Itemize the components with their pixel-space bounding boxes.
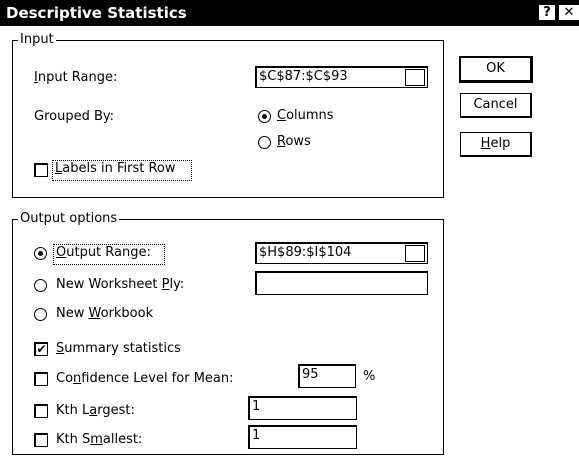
kth-largest-field[interactable]: 1: [248, 396, 357, 420]
columns-label[interactable]: Columns: [277, 108, 334, 124]
output-range-collapse-icon[interactable]: [405, 245, 425, 262]
kth-smallest-checkbox[interactable]: [34, 433, 48, 447]
new-worksheet-radio[interactable]: [34, 279, 47, 292]
grouped-by-label: Grouped By:: [34, 109, 115, 124]
confidence-percent-label: %: [363, 369, 376, 384]
rows-label[interactable]: Rows: [277, 134, 311, 150]
confidence-level-value: 95: [302, 367, 319, 382]
input-range-value: $C$87:$C$93: [259, 69, 348, 84]
kth-smallest-field[interactable]: 1: [248, 425, 357, 449]
new-worksheet-name-field[interactable]: [255, 271, 428, 295]
summary-statistics-checkbox[interactable]: ✔: [34, 342, 48, 356]
input-range-collapse-icon[interactable]: [405, 69, 425, 86]
output-range-field[interactable]: $H$89:$I$104: [255, 242, 428, 264]
new-workbook-label[interactable]: New Workbook: [56, 306, 153, 322]
output-range-label[interactable]: Output Range:: [56, 245, 151, 261]
kth-smallest-value: 1: [252, 428, 261, 443]
confidence-level-checkbox[interactable]: [34, 372, 48, 386]
new-workbook-radio[interactable]: [34, 308, 47, 321]
input-group-legend: Input: [18, 32, 56, 47]
kth-largest-label[interactable]: Kth Largest:: [56, 403, 135, 419]
dialog-title: Descriptive Statistics: [6, 4, 187, 22]
rows-radio[interactable]: [258, 136, 271, 149]
summary-statistics-label[interactable]: Summary statistics: [56, 341, 181, 357]
title-bar: Descriptive Statistics ? ✕: [0, 0, 579, 26]
kth-smallest-label[interactable]: Kth Smallest:: [56, 432, 142, 448]
input-range-label: Input Range:: [34, 70, 118, 85]
kth-largest-checkbox[interactable]: [34, 404, 48, 418]
confidence-level-field[interactable]: 95: [298, 364, 356, 388]
output-group-legend: Output options: [18, 211, 120, 226]
close-icon[interactable]: ✕: [558, 4, 579, 21]
labels-first-row-checkbox[interactable]: [34, 163, 48, 177]
output-range-radio[interactable]: [34, 247, 47, 260]
help-question-icon[interactable]: ?: [538, 4, 556, 21]
descriptive-statistics-dialog: Descriptive Statistics ? ✕ Input Input R…: [0, 0, 579, 459]
ok-button[interactable]: OK: [459, 56, 533, 83]
labels-first-row-label[interactable]: Labels in First Row: [55, 161, 176, 177]
kth-largest-value: 1: [252, 399, 261, 414]
columns-radio[interactable]: [258, 110, 271, 123]
cancel-button[interactable]: Cancel: [460, 93, 532, 118]
input-range-field[interactable]: $C$87:$C$93: [255, 66, 428, 88]
confidence-level-label[interactable]: Confidence Level for Mean:: [56, 371, 234, 387]
new-worksheet-label[interactable]: New Worksheet Ply:: [56, 277, 184, 293]
output-range-value: $H$89:$I$104: [259, 245, 352, 260]
help-button[interactable]: Help: [460, 132, 532, 157]
